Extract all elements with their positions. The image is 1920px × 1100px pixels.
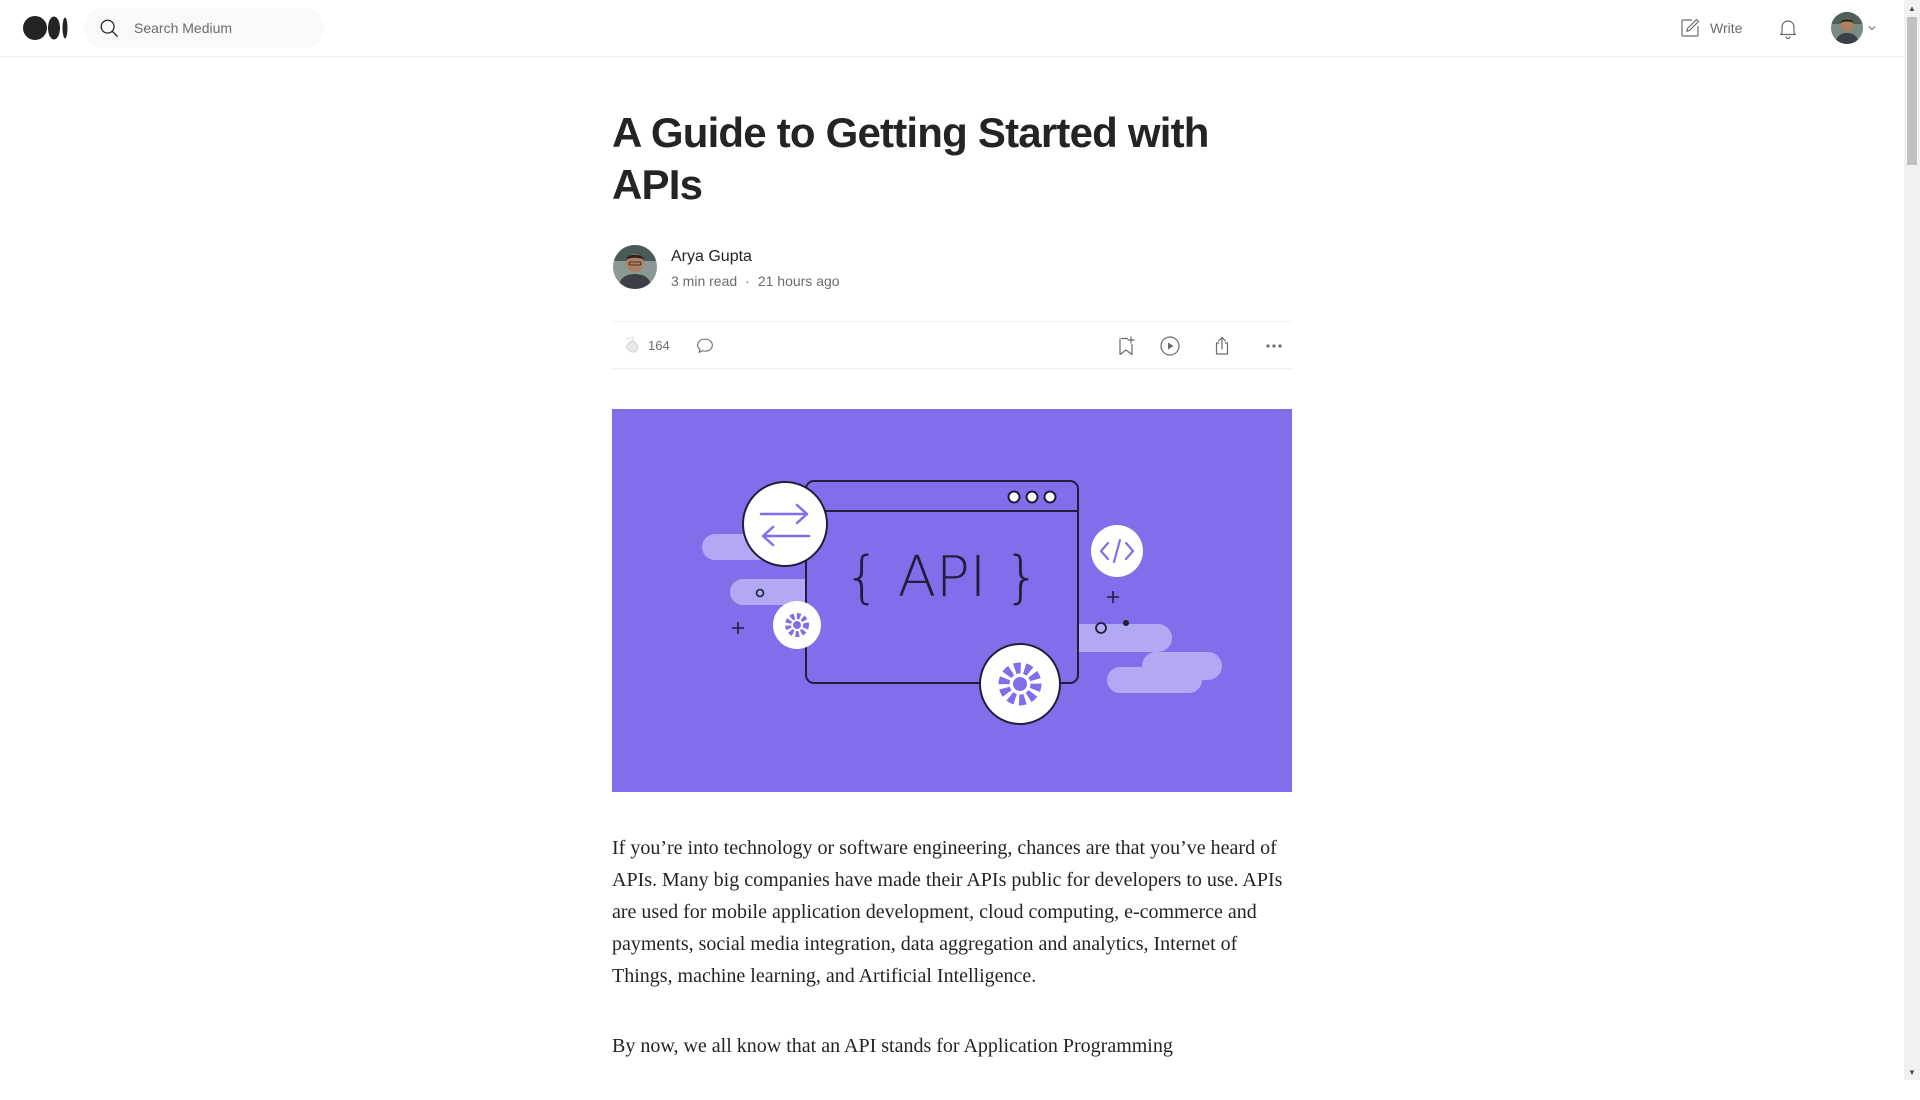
scroll-down-arrow-icon[interactable]: ▼	[1904, 1064, 1920, 1080]
speech-bubble-icon[interactable]	[694, 335, 716, 357]
byline: Arya Gupta 3 min read · 21 hours ago	[612, 245, 1292, 291]
medium-logo-icon[interactable]	[23, 15, 69, 41]
more-dots-icon[interactable]	[1262, 334, 1286, 358]
article: A Guide to Getting Started with APIs Ary…	[612, 57, 1292, 1100]
clap-button[interactable]: 164	[622, 335, 670, 355]
hero-api-text: { API }	[844, 545, 1039, 610]
user-avatar-image	[1831, 12, 1863, 44]
hero-image: { API }	[612, 409, 1292, 792]
clap-icon	[625, 336, 639, 353]
bookmark-plus-icon[interactable]	[1114, 334, 1138, 358]
article-body: If you’re into technology or software en…	[612, 832, 1292, 1062]
write-button[interactable]: Write	[1678, 16, 1742, 40]
write-label: Write	[1710, 20, 1743, 36]
top-navigation-bar: Write	[0, 0, 1904, 57]
user-avatar[interactable]	[1831, 12, 1863, 44]
share-icon[interactable]	[1210, 334, 1234, 358]
author-avatar-image	[613, 245, 657, 289]
chevron-down-icon[interactable]	[1867, 23, 1877, 33]
search-field[interactable]	[84, 8, 324, 48]
search-input[interactable]	[132, 19, 302, 37]
meta-separator: ·	[745, 273, 750, 289]
scroll-up-arrow-icon[interactable]: ▲	[1904, 0, 1920, 16]
read-time: 3 min read	[671, 273, 738, 289]
search-icon	[100, 19, 118, 37]
article-action-bar: 164	[612, 321, 1292, 369]
clap-count: 164	[648, 337, 670, 353]
article-paragraph: By now, we all know that an API stands f…	[612, 1035, 1173, 1057]
article-title: A Guide to Getting Started with APIs	[612, 109, 1209, 208]
scroll-thumb[interactable]	[1907, 17, 1917, 165]
author-avatar[interactable]	[613, 245, 657, 289]
published-time: 21 hours ago	[757, 273, 840, 289]
bell-icon[interactable]	[1776, 16, 1800, 40]
play-icon[interactable]	[1158, 334, 1182, 358]
api-illustration: { API }	[612, 409, 1292, 792]
author-name[interactable]: Arya Gupta	[671, 248, 752, 266]
article-paragraph: If you’re into technology or software en…	[612, 837, 1283, 987]
write-icon	[1681, 18, 1700, 37]
article-meta: 3 min read · 21 hours ago	[671, 273, 840, 289]
page-scrollbar[interactable]: ▲ ▼	[1904, 0, 1920, 1080]
